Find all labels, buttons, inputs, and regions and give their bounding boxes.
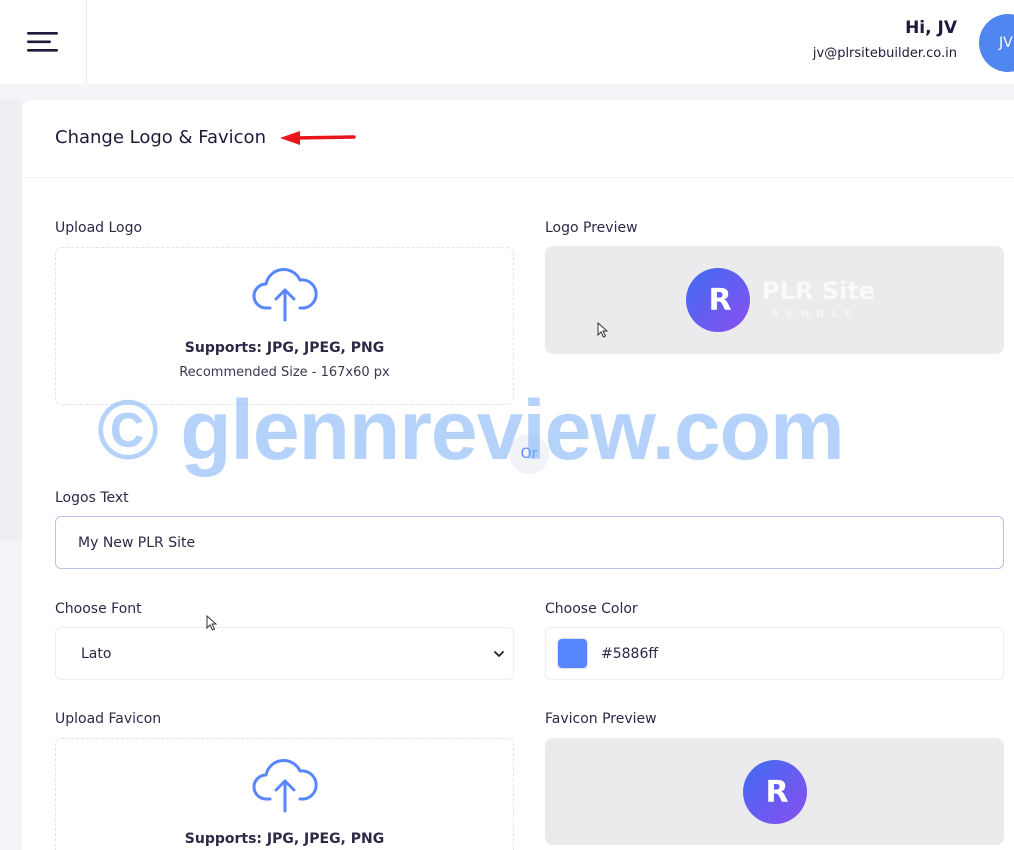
- logo-recommended-size: Recommended Size - 167x60 px: [179, 365, 390, 380]
- menu-icon: [27, 32, 58, 52]
- or-text: Or: [520, 446, 538, 462]
- logo-upload-dropzone[interactable]: Supports: JPG, JPEG, PNG Recommended Siz…: [55, 247, 514, 405]
- mouse-cursor-icon: [597, 322, 608, 338]
- brand-logo-subtitle: BUNDLE: [771, 309, 859, 320]
- favicon-preview-label: Favicon Preview: [545, 711, 657, 727]
- favicon-letter: R: [765, 774, 788, 810]
- logos-text-input[interactable]: My New PLR Site: [55, 516, 1004, 569]
- avatar[interactable]: JV: [979, 14, 1014, 72]
- favicon-preview-box: R: [545, 738, 1004, 845]
- settings-card: Change Logo & Favicon Upload Logo Suppor…: [22, 100, 1014, 850]
- user-greeting: Hi, JV: [905, 18, 957, 38]
- or-divider: Or: [509, 434, 549, 474]
- color-picker[interactable]: #5886ff: [545, 627, 1004, 680]
- font-select-value: Lato: [81, 645, 112, 662]
- logo-preview-label: Logo Preview: [545, 220, 638, 236]
- favicon-supported-formats: Supports: JPG, JPEG, PNG: [184, 831, 385, 847]
- choose-color-label: Choose Color: [545, 601, 638, 617]
- sidebar-edge: [0, 100, 22, 540]
- brand-logo-mark: R: [686, 268, 750, 332]
- upload-cloud-icon: [252, 759, 318, 813]
- user-email: jv@plrsitebuilder.co.in: [812, 46, 957, 61]
- upload-favicon-label: Upload Favicon: [55, 711, 162, 727]
- card-header: Change Logo & Favicon: [22, 100, 1014, 178]
- upload-logo-label: Upload Logo: [55, 220, 143, 236]
- choose-font-label: Choose Font: [55, 601, 142, 617]
- favicon-upload-dropzone[interactable]: Supports: JPG, JPEG, PNG: [55, 738, 514, 850]
- avatar-initials: JV: [999, 35, 1013, 51]
- brand-logo-letter: R: [708, 282, 731, 318]
- logos-text-value: My New PLR Site: [78, 534, 196, 551]
- top-bar: Hi, JV jv@plrsitebuilder.co.in JV: [0, 0, 1014, 84]
- mouse-cursor-icon: [206, 615, 217, 631]
- chevron-down-icon: [494, 651, 504, 657]
- logo-preview-box: R PLR Site BUNDLE: [545, 246, 1004, 354]
- color-hex-value: #5886ff: [601, 646, 659, 662]
- favicon-mark: R: [743, 760, 807, 824]
- upload-cloud-icon: [252, 268, 318, 322]
- page-title: Change Logo & Favicon: [55, 127, 266, 148]
- color-swatch[interactable]: [557, 638, 588, 669]
- logos-text-label: Logos Text: [55, 490, 129, 506]
- font-select[interactable]: Lato: [55, 627, 514, 680]
- brand-logo-name: PLR Site: [762, 277, 875, 305]
- menu-toggle-button[interactable]: [0, 0, 87, 84]
- logo-supported-formats: Supports: JPG, JPEG, PNG: [184, 340, 385, 356]
- annotation-arrow-icon: [280, 131, 356, 145]
